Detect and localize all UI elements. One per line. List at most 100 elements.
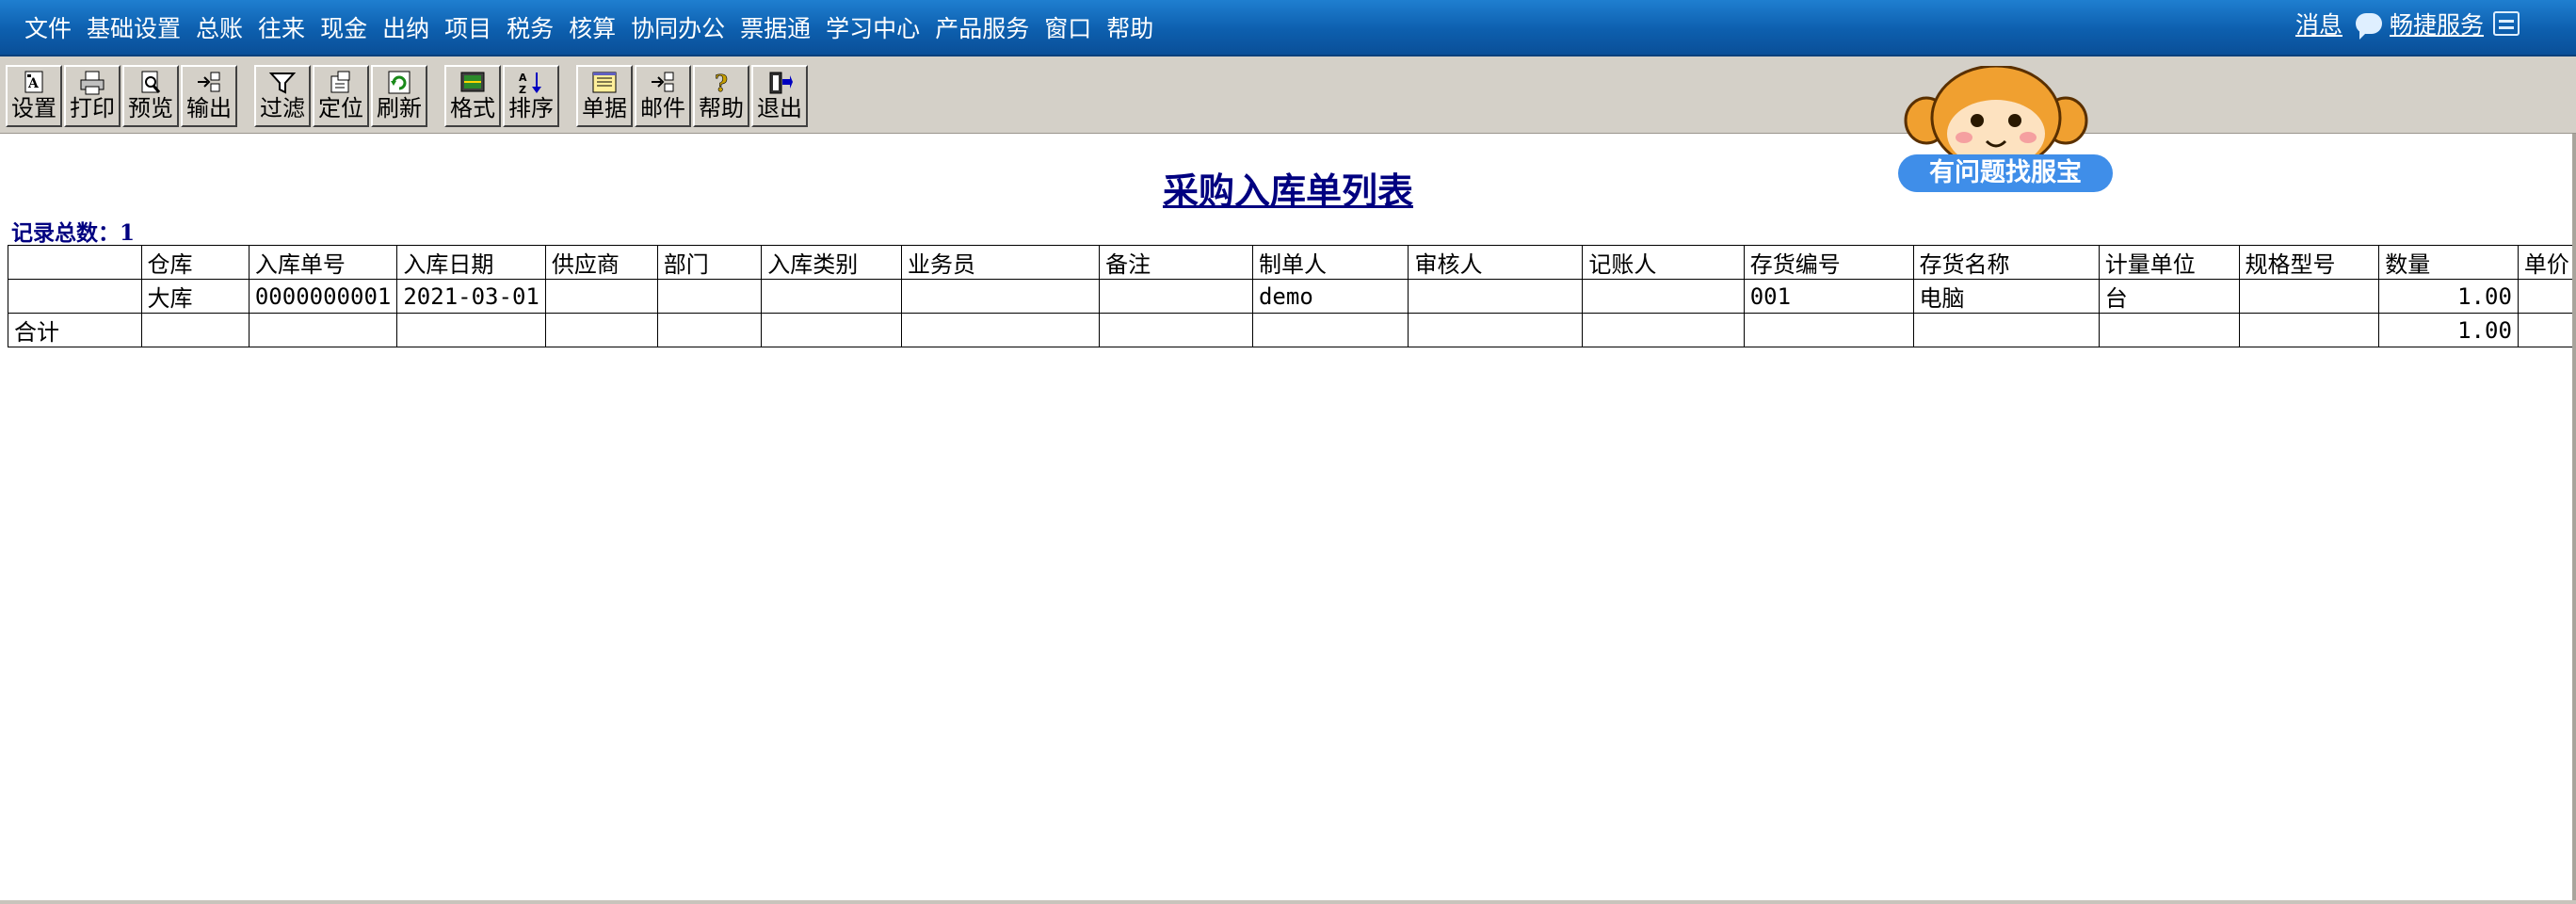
preview-icon: [141, 71, 161, 93]
table-cell[interactable]: 大库: [140, 279, 250, 314]
svg-text:?: ?: [715, 71, 728, 95]
total-row[interactable]: 合计 1.00: [8, 313, 2576, 347]
table-cell[interactable]: 0000000001: [248, 279, 398, 314]
table-cell[interactable]: [1912, 313, 2100, 347]
col-header-receipt-no[interactable]: 入库单号: [248, 245, 398, 280]
exit-button[interactable]: 退出: [751, 65, 808, 127]
table-cell[interactable]: [1408, 313, 1584, 347]
col-header-receipt-date[interactable]: 入库日期: [396, 245, 546, 280]
col-header-warehouse[interactable]: 仓库: [140, 245, 250, 280]
table-cell[interactable]: [140, 313, 250, 347]
table-cell[interactable]: [1099, 279, 1253, 314]
menu-general-ledger[interactable]: 总账: [196, 10, 243, 44]
sort-button[interactable]: AZ 排序: [503, 65, 559, 127]
table-cell[interactable]: [2238, 313, 2380, 347]
col-header-item-code[interactable]: 存货编号: [1743, 245, 1914, 280]
col-header-creator[interactable]: 制单人: [1251, 245, 1409, 280]
table-cell[interactable]: [1251, 313, 1409, 347]
col-header-salesperson[interactable]: 业务员: [901, 245, 1101, 280]
table-cell[interactable]: [656, 279, 763, 314]
table-cell[interactable]: [761, 313, 903, 347]
table-cell[interactable]: [544, 279, 658, 314]
table-cell[interactable]: [1582, 279, 1745, 314]
settings-button[interactable]: A 设置: [6, 65, 62, 127]
export-button[interactable]: 输出: [181, 65, 237, 127]
col-header-remarks[interactable]: 备注: [1099, 245, 1253, 280]
table-cell[interactable]: [1743, 313, 1914, 347]
menu-help[interactable]: 帮助: [1106, 10, 1153, 44]
col-header-spec[interactable]: 规格型号: [2238, 245, 2380, 280]
format-button[interactable]: 格式: [444, 65, 501, 127]
col-header-department[interactable]: 部门: [656, 245, 763, 280]
mail-button[interactable]: 邮件: [635, 65, 691, 127]
table-cell[interactable]: [8, 279, 142, 314]
col-header-bookkeeper[interactable]: 记账人: [1582, 245, 1745, 280]
filter-button[interactable]: 过滤: [254, 65, 311, 127]
table-cell[interactable]: [2517, 313, 2576, 347]
record-count: 记录总数：1: [11, 220, 136, 246]
menu-tax[interactable]: 税务: [507, 10, 554, 44]
table-cell[interactable]: demo: [1251, 279, 1409, 314]
menu-learning[interactable]: 学习中心: [826, 10, 920, 44]
help-icon: ?: [715, 71, 729, 95]
table-cell[interactable]: 001: [1743, 279, 1914, 314]
table-row[interactable]: 大库 0000000001 2021-03-01 demo 001 电脑 台 1…: [8, 279, 2576, 314]
locate-icon: [330, 71, 350, 93]
table-cell[interactable]: [1099, 313, 1253, 347]
table-cell[interactable]: [396, 313, 546, 347]
locate-button[interactable]: 定位: [313, 65, 369, 127]
service-link[interactable]: 畅捷服务: [2390, 7, 2484, 40]
col-header-rownum[interactable]: [8, 245, 142, 280]
col-header-quantity[interactable]: 数量: [2378, 245, 2519, 280]
print-button[interactable]: 打印: [64, 65, 121, 127]
col-header-item-name[interactable]: 存货名称: [1912, 245, 2100, 280]
col-header-unit-price[interactable]: 单价: [2517, 245, 2576, 280]
service-window-icon[interactable]: [2493, 11, 2520, 36]
menu-cashier[interactable]: 出纳: [382, 10, 429, 44]
menu-project[interactable]: 项目: [444, 10, 491, 44]
table-cell[interactable]: [761, 279, 903, 314]
menu-basic-settings[interactable]: 基础设置: [87, 10, 181, 44]
table-cell[interactable]: [2098, 313, 2240, 347]
menu-products[interactable]: 产品服务: [935, 10, 1029, 44]
chat-icon[interactable]: [2355, 13, 2382, 40]
help-button[interactable]: ? 帮助: [693, 65, 749, 127]
preview-button[interactable]: 预览: [122, 65, 179, 127]
menu-accounts[interactable]: 往来: [258, 10, 305, 44]
table-cell[interactable]: 电脑: [1912, 279, 2100, 314]
table-cell[interactable]: [2517, 279, 2576, 314]
table-cell[interactable]: 台: [2098, 279, 2240, 314]
menu-invoice[interactable]: 票据通: [740, 10, 811, 44]
menu-bar: 文件 基础设置 总账 往来 现金 出纳 项目 税务 核算 协同办公 票据通 学习…: [0, 0, 2576, 56]
table-cell[interactable]: 1.00: [2378, 313, 2519, 347]
messages-link[interactable]: 消息: [2295, 7, 2343, 40]
table-cell[interactable]: [1408, 279, 1584, 314]
menu-collaboration[interactable]: 协同办公: [631, 10, 725, 44]
col-header-receipt-type[interactable]: 入库类别: [761, 245, 903, 280]
export-icon: [198, 72, 220, 92]
col-header-reviewer[interactable]: 审核人: [1408, 245, 1584, 280]
menu-accounting[interactable]: 核算: [569, 10, 616, 44]
table-cell[interactable]: [901, 313, 1101, 347]
table-cell[interactable]: [248, 313, 398, 347]
table-cell[interactable]: [901, 279, 1101, 314]
table-cell[interactable]: [544, 313, 658, 347]
table-cell[interactable]: 2021-03-01: [396, 279, 546, 314]
menu-file[interactable]: 文件: [24, 10, 72, 44]
refresh-button[interactable]: 刷新: [371, 65, 427, 127]
menu-right: 消息 畅捷服务: [2295, 0, 2520, 47]
table-cell[interactable]: [656, 313, 763, 347]
document-icon: [592, 72, 617, 93]
col-header-supplier[interactable]: 供应商: [544, 245, 658, 280]
table-cell[interactable]: [1582, 313, 1745, 347]
filter-icon: [268, 73, 297, 94]
document-button[interactable]: 单据: [576, 65, 633, 127]
table-cell[interactable]: 合计: [8, 313, 142, 347]
menu-window[interactable]: 窗口: [1044, 10, 1091, 44]
table-cell[interactable]: [2238, 279, 2380, 314]
menu-cash[interactable]: 现金: [320, 10, 367, 44]
table-cell[interactable]: 1.00: [2378, 279, 2519, 314]
col-header-unit[interactable]: 计量单位: [2098, 245, 2240, 280]
data-grid[interactable]: 仓库 入库单号 入库日期 供应商 部门 入库类别 业务员 备注 制单人 审核人 …: [8, 245, 2576, 347]
header-row: 仓库 入库单号 入库日期 供应商 部门 入库类别 业务员 备注 制单人 审核人 …: [8, 245, 2576, 280]
